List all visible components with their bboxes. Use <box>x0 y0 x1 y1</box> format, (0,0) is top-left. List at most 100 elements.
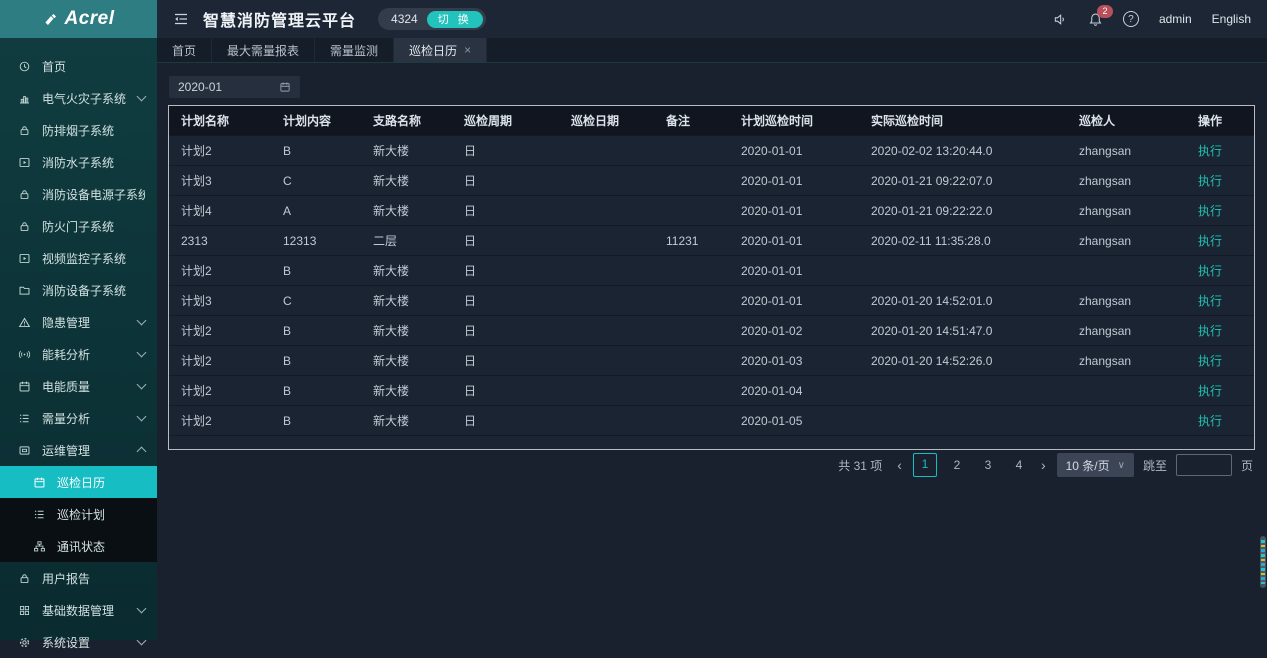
sidebar-item-fire-water[interactable]: 消防水子系统 <box>0 146 157 178</box>
page-size-value: 10 条/页 <box>1066 457 1110 474</box>
station-id: 4324 <box>391 12 418 26</box>
play-square-icon <box>18 252 31 265</box>
month-picker-value: 2020-01 <box>178 80 222 94</box>
scrollbar-indicator[interactable] <box>1260 536 1266 588</box>
page-size-select[interactable]: 10 条/页 ∨ <box>1057 453 1134 477</box>
sidebar-item-label: 电气火灾子系统 <box>42 90 126 107</box>
table-row[interactable]: 计划2B新大楼日2020-01-05执行 <box>169 406 1254 436</box>
table-row[interactable]: 计划3C新大楼日2020-01-012020-01-21 09:22:07.0z… <box>169 166 1254 196</box>
table-row[interactable]: 计划2B新大楼日2020-01-032020-01-20 14:52:26.0z… <box>169 346 1254 376</box>
tab-max-demand-report[interactable]: 最大需量报表 <box>212 38 315 62</box>
table-row[interactable]: 计划2B新大楼日2020-01-01执行 <box>169 256 1254 286</box>
chevron-down-icon <box>137 412 147 422</box>
jump-suffix: 页 <box>1241 457 1253 474</box>
execute-link[interactable]: 执行 <box>1198 384 1222 398</box>
sidebar-item-label: 通讯状态 <box>57 538 105 555</box>
next-page-icon[interactable]: › <box>1039 457 1048 473</box>
execute-link[interactable]: 执行 <box>1198 174 1222 188</box>
tab-inspection-calendar[interactable]: 巡检日历× <box>394 38 487 62</box>
execute-link[interactable]: 执行 <box>1198 324 1222 338</box>
chevron-down-icon <box>137 92 147 102</box>
chevron-up-icon <box>137 447 147 457</box>
table-row[interactable]: 231312313二层日112312020-01-012020-02-11 11… <box>169 226 1254 256</box>
sidebar-item-smoke-control[interactable]: 防排烟子系统 <box>0 114 157 146</box>
table-row[interactable]: 计划2B新大楼日2020-01-04执行 <box>169 376 1254 406</box>
execute-link[interactable]: 执行 <box>1198 294 1222 308</box>
page-button-1[interactable]: 1 <box>913 453 937 477</box>
sidebar-item-fire-equipment[interactable]: 消防设备子系统 <box>0 274 157 306</box>
language-switch[interactable]: English <box>1212 12 1251 26</box>
main-content: 2020-01 计划名称 计划内容 支路名称 巡检周期 巡检日期 备注 计划巡检… <box>157 63 1267 640</box>
calendar-icon <box>18 380 31 393</box>
pagination-total: 共 31 项 <box>838 457 882 474</box>
sidebar-item-user-report[interactable]: 用户报告 <box>0 562 157 594</box>
table-footer-spacer <box>169 436 1254 450</box>
chevron-down-icon: ∨ <box>1118 460 1125 471</box>
sidebar-item-system-settings[interactable]: 系统设置 <box>0 626 157 658</box>
bell-icon[interactable]: 2 <box>1088 12 1103 27</box>
sidebar-item-fire-door[interactable]: 防火门子系统 <box>0 210 157 242</box>
col-header: 操作 <box>1186 106 1254 136</box>
lock-icon <box>18 188 31 201</box>
play-square-icon <box>18 156 31 169</box>
sidebar-item-video-monitor[interactable]: 视频监控子系统 <box>0 242 157 274</box>
sidebar-item-energy-analysis[interactable]: 能耗分析 <box>0 338 157 370</box>
execute-link[interactable]: 执行 <box>1198 204 1222 218</box>
execute-link[interactable]: 执行 <box>1198 264 1222 278</box>
sidebar-item-label: 基础数据管理 <box>42 602 114 619</box>
sidebar-item-fire-equipment-power[interactable]: 消防设备电源子系统 <box>0 178 157 210</box>
nodes-icon <box>33 540 46 553</box>
sidebar-item-label: 能耗分析 <box>42 346 90 363</box>
tab-label: 最大需量报表 <box>227 42 299 59</box>
sidebar-item-ops-mgmt[interactable]: 运维管理 <box>0 434 157 466</box>
page-button-3[interactable]: 3 <box>977 454 999 476</box>
tab-demand-monitor[interactable]: 需量监测 <box>315 38 394 62</box>
table-row[interactable]: 计划2B新大楼日2020-01-022020-01-20 14:51:47.0z… <box>169 316 1254 346</box>
acrel-logo-icon <box>42 11 59 28</box>
sidebar-item-electrical-fire[interactable]: 电气火灾子系统 <box>0 82 157 114</box>
sidebar-nav: 首页 电气火灾子系统 防排烟子系统 消防水子系统 消防设备电源子系统 防火门子系… <box>0 38 157 658</box>
inspection-table: 计划名称 计划内容 支路名称 巡检周期 巡检日期 备注 计划巡检时间 实际巡检时… <box>168 105 1255 450</box>
sidebar-item-power-quality[interactable]: 电能质量 <box>0 370 157 402</box>
help-icon[interactable]: ? <box>1123 11 1139 27</box>
prev-page-icon[interactable]: ‹ <box>895 457 904 473</box>
clock-icon <box>18 60 31 73</box>
chevron-down-icon <box>137 380 147 390</box>
sidebar-item-label: 运维管理 <box>42 442 90 459</box>
sidebar-item-label: 需量分析 <box>42 410 90 427</box>
page-button-4[interactable]: 4 <box>1008 454 1030 476</box>
sidebar-item-hazard-mgmt[interactable]: 隐患管理 <box>0 306 157 338</box>
execute-link[interactable]: 执行 <box>1198 414 1222 428</box>
sidebar-item-inspection-plan[interactable]: 巡检计划 <box>0 498 157 530</box>
ops-submenu: 巡检日历 巡检计划 通讯状态 <box>0 466 157 562</box>
tab-home[interactable]: 首页 <box>157 38 212 62</box>
month-picker[interactable]: 2020-01 <box>169 76 300 98</box>
col-header: 计划巡检时间 <box>729 106 859 136</box>
execute-link[interactable]: 执行 <box>1198 354 1222 368</box>
notification-badge: 2 <box>1097 5 1113 18</box>
switch-station-button[interactable]: 切 换 <box>427 11 483 28</box>
tab-label: 需量监测 <box>330 42 378 59</box>
sidebar-item-inspection-calendar[interactable]: 巡检日历 <box>0 466 157 498</box>
table-row[interactable]: 计划2B新大楼日2020-01-012020-02-02 13:20:44.0z… <box>169 136 1254 166</box>
user-menu[interactable]: admin <box>1159 12 1192 26</box>
table-row[interactable]: 计划3C新大楼日2020-01-012020-01-20 14:52:01.0z… <box>169 286 1254 316</box>
page-button-2[interactable]: 2 <box>946 454 968 476</box>
sidebar-item-label: 消防水子系统 <box>42 154 114 171</box>
table-row[interactable]: 计划4A新大楼日2020-01-012020-01-21 09:22:22.0z… <box>169 196 1254 226</box>
pagination: 共 31 项 ‹ 1 2 3 4 › 10 条/页 ∨ 跳至 页 <box>838 453 1253 477</box>
execute-link[interactable]: 执行 <box>1198 144 1222 158</box>
execute-link[interactable]: 执行 <box>1198 234 1222 248</box>
sidebar-item-label: 视频监控子系统 <box>42 250 126 267</box>
speaker-icon[interactable] <box>1053 12 1068 27</box>
col-header: 计划名称 <box>169 106 271 136</box>
sidebar-item-demand-analysis[interactable]: 需量分析 <box>0 402 157 434</box>
sidebar-item-comm-status[interactable]: 通讯状态 <box>0 530 157 562</box>
sidebar-item-base-data-mgmt[interactable]: 基础数据管理 <box>0 594 157 626</box>
col-header: 巡检日期 <box>559 106 654 136</box>
sidebar-item-home[interactable]: 首页 <box>0 50 157 82</box>
jump-page-input[interactable] <box>1176 454 1232 476</box>
header-right: 2 ? admin English <box>1053 11 1251 27</box>
close-icon[interactable]: × <box>464 44 471 56</box>
menu-fold-icon[interactable] <box>173 11 189 27</box>
